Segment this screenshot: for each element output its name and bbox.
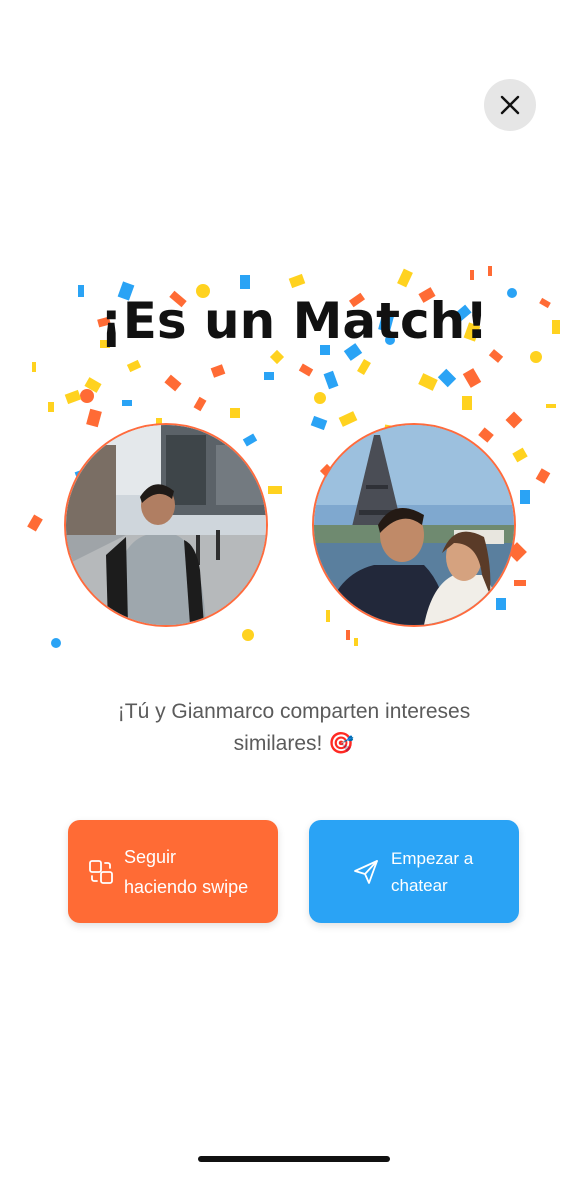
start-chat-label: Empezar a chatear [391, 845, 519, 899]
keep-swiping-button[interactable]: Seguir haciendo swipe [68, 820, 278, 923]
home-indicator [198, 1156, 390, 1162]
keep-swiping-label: Seguir haciendo swipe [124, 842, 264, 902]
subtitle-line-2: similares! 🎯 [233, 732, 355, 755]
start-chat-button[interactable]: Empezar a chatear [309, 820, 519, 923]
match-subtitle: ¡Tú y Gianmarco comparten intereses simi… [60, 696, 528, 760]
send-icon [354, 859, 378, 884]
subtitle-line-1: ¡Tú y Gianmarco comparten intereses [117, 700, 471, 723]
match-photo [312, 423, 516, 627]
keep-swiping-line-1: Seguir [124, 846, 177, 867]
swap-icon [89, 859, 113, 884]
user-photo [64, 423, 268, 627]
close-icon [500, 95, 520, 115]
close-button[interactable] [484, 79, 536, 131]
match-title: ¡Es un Match! [99, 292, 489, 350]
keep-swiping-line-2: haciendo swipe [124, 876, 249, 897]
start-chat-line-2: chatear [391, 875, 448, 895]
start-chat-line-1: Empezar a [391, 848, 474, 868]
